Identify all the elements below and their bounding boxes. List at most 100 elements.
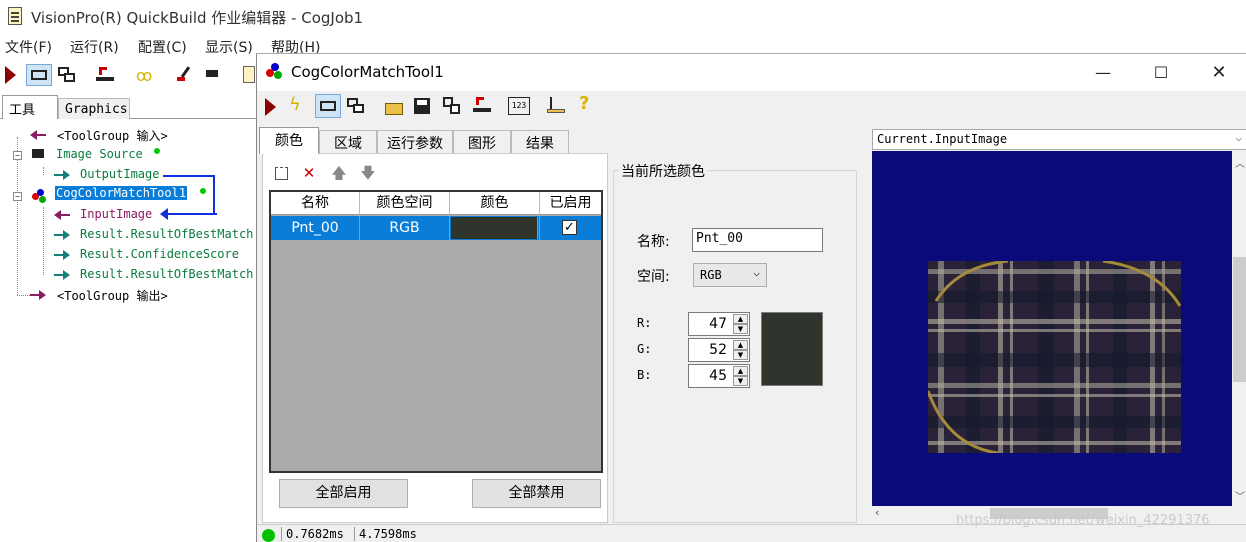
image-source-select[interactable]: Current.InputImage ⌵ [872,129,1246,150]
tab-results[interactable]: 结果 [511,130,569,153]
brush-icon[interactable] [176,66,194,84]
register-icon[interactable] [96,67,114,85]
r-stepper[interactable]: 47 ▲ ▼ [688,312,750,336]
stepper-up-icon[interactable]: ▲ [733,340,748,350]
output-arrow-icon [54,170,70,180]
lightning-icon[interactable]: ϟ [289,96,307,114]
dialog-toolbar: ϟ 123 ? [257,92,1246,122]
column-header-name[interactable]: 名称 [271,192,360,215]
dialog-title-bar: CogColorMatchTool1 — ☐ ✕ [257,54,1246,91]
r-label: R: [637,316,652,330]
windows-icon[interactable] [347,98,365,116]
clipboard-icon[interactable] [243,66,256,84]
column-header-enabled[interactable]: 已启用 [540,192,601,215]
close-button[interactable]: ✕ [1190,54,1246,91]
tab-graphics-label: Graphics [65,102,128,117]
column-header-color[interactable]: 颜色 [450,192,540,215]
open-folder-icon[interactable] [385,98,403,116]
g-stepper[interactable]: 52 ▲ ▼ [688,338,750,362]
tab-graphics[interactable]: 图形 [453,130,511,153]
camera-icon [32,149,44,158]
tab-tools[interactable]: 工具 [2,95,58,119]
table-row[interactable]: Pnt_00 RGB ✓ [271,216,601,240]
image-display-button[interactable] [26,64,52,86]
disable-all-button[interactable]: 全部禁用 [472,479,601,508]
maximize-button[interactable]: ☐ [1132,54,1190,91]
run-icon[interactable] [5,66,16,84]
new-icon[interactable] [273,164,291,182]
scroll-down-icon[interactable]: ﹀ [1235,488,1245,503]
space-select[interactable]: RGB ⌵ [693,263,767,287]
windows-icon[interactable] [58,67,76,85]
minimize-button[interactable]: — [1074,54,1132,91]
vertical-scrollbar[interactable]: ︿ ﹀ [1232,151,1246,506]
b-label: B: [637,368,652,382]
color-list-panel: ✕ 🡅 🡇 名称 颜色空间 颜色 已启用 Pnt_00 RGB ✓ 全部启用 全… [262,153,608,523]
space-label: 空间: [637,269,670,285]
camera-icon[interactable] [206,70,218,77]
tree-item-image-source[interactable]: Image Source [30,146,256,164]
input-arrow-icon [54,210,70,220]
numeric-display-icon[interactable]: 123 [508,97,530,115]
tab-graphics[interactable]: Graphics [58,98,130,119]
tree-item-input-group[interactable]: <ToolGroup 输入> [30,126,256,144]
ruler-icon[interactable] [547,97,565,115]
quickbuild-window-title: VisionPro(R) QuickBuild 作业编辑器 - CogJob1 [31,9,364,27]
status-time-total: 4.7598ms [354,527,417,541]
move-up-icon[interactable]: 🡅 [330,164,348,182]
scrollbar-thumb[interactable] [1233,257,1246,382]
stepper-down-icon[interactable]: ▼ [733,376,748,386]
stepper-down-icon[interactable]: ▼ [733,324,748,334]
image-display-button[interactable] [315,94,341,118]
tab-color[interactable]: 颜色 [259,127,319,154]
chevron-down-icon: ⌵ [1235,131,1242,144]
r-value: 47 [709,316,727,332]
menu-run[interactable]: 运行(R) [70,37,119,57]
tree-item-label: OutputImage [80,167,160,181]
tool-tree: <ToolGroup 输入> − Image Source OutputImag… [0,120,256,542]
collapse-icon[interactable]: − [13,192,22,201]
stepper-down-icon[interactable]: ▼ [733,350,748,360]
scroll-left-icon[interactable]: ‹ [875,506,879,519]
help-icon[interactable]: ? [579,95,597,113]
tab-label: 图形 [468,136,496,152]
save-icon[interactable] [414,98,432,116]
register-icon[interactable] [473,97,491,115]
image-source-value: Current.InputImage [877,132,1008,146]
tree-item-output-image[interactable]: OutputImage [54,166,256,184]
column-header-color-space[interactable]: 颜色空间 [360,192,450,215]
stepper-buttons: ▲ ▼ [733,340,748,360]
color-table: 名称 颜色空间 颜色 已启用 Pnt_00 RGB ✓ [269,190,603,473]
tree-item-result-best-match[interactable]: Result.ResultOfBestMatch [54,266,256,284]
move-down-icon[interactable]: 🡇 [359,164,377,182]
stepper-buttons: ▲ ▼ [733,366,748,386]
menu-view[interactable]: 显示(S) [205,37,253,57]
image-canvas[interactable] [872,151,1232,506]
menu-file[interactable]: 文件(F) [5,37,52,57]
dialog-tab-strip: 颜色 区域 运行参数 图形 结果 [257,127,867,154]
tree-item-result-best-match[interactable]: Result.ResultOfBestMatch [54,226,256,244]
scroll-up-icon[interactable]: ︿ [1235,155,1245,170]
enable-all-button[interactable]: 全部启用 [279,479,408,508]
collapse-icon[interactable]: − [13,151,22,160]
enabled-checkbox[interactable]: ✓ [562,220,577,235]
stepper-up-icon[interactable]: ▲ [733,366,748,376]
fabric-weft [928,269,1181,445]
b-stepper[interactable]: 45 ▲ ▼ [688,364,750,388]
tree-item-input-image[interactable]: InputImage [54,206,256,224]
tree-item-confidence-score[interactable]: Result.ConfidenceScore [54,246,256,264]
grid-icon[interactable] [443,97,461,115]
menu-config[interactable]: 配置(C) [138,37,187,57]
wizard-icon[interactable]: ꝏ [136,66,154,85]
tree-item-output-group[interactable]: <ToolGroup 输出> [30,286,256,304]
cell-color [450,216,540,240]
delete-icon[interactable]: ✕ [300,164,318,182]
tree-item-color-match-tool[interactable]: CogColorMatchTool1 [30,186,256,204]
run-icon[interactable] [265,98,276,116]
tree-item-label: InputImage [80,207,153,221]
tab-run-params[interactable]: 运行参数 [377,130,453,153]
tab-tools-label: 工具 [9,103,36,118]
tab-region[interactable]: 区域 [319,130,377,153]
stepper-up-icon[interactable]: ▲ [733,314,748,324]
name-field[interactable]: Pnt_00 [692,228,823,252]
